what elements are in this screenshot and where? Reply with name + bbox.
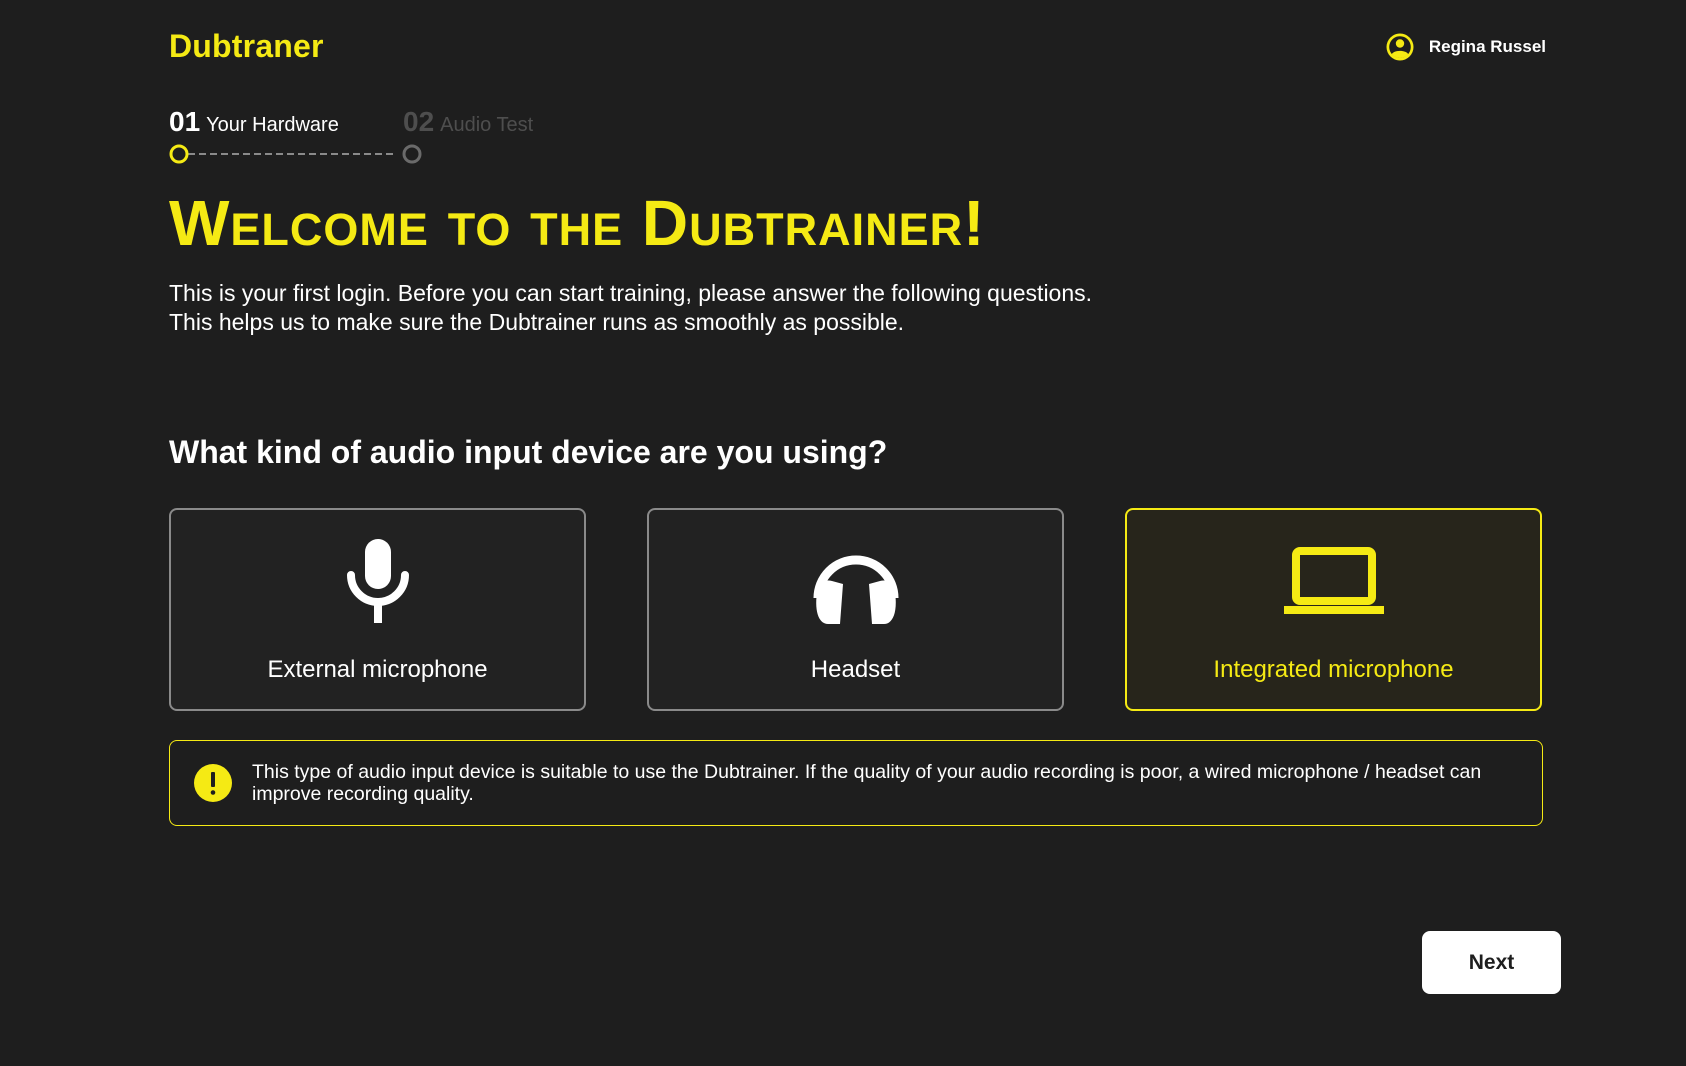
warning-icon — [194, 764, 232, 802]
page-title: Welcome to the Dubtrainer! — [169, 187, 986, 259]
step-label: Your Hardware — [206, 114, 339, 136]
step-number: 02 — [403, 106, 435, 137]
intro-line-2: This helps us to make sure the Dubtraine… — [169, 309, 905, 335]
option-label: External microphone — [267, 656, 488, 683]
onboarding-page: Dubtraner Regina Russel 01 Your Hardware… — [0, 0, 1686, 1066]
brand-logo[interactable]: Dubtraner — [169, 28, 324, 65]
user-circle-icon — [1385, 32, 1415, 62]
intro-text: This is your first login. Before you can… — [169, 279, 1269, 337]
step-label: Audio Test — [440, 114, 534, 136]
question-title: What kind of audio input device are you … — [169, 434, 888, 470]
option-headset[interactable]: Headset — [647, 508, 1064, 711]
step-dot-inactive — [402, 144, 422, 164]
progress-stepper: 01 Your Hardware 02 Audio Test — [169, 106, 549, 166]
option-label: Headset — [810, 656, 901, 683]
option-external-microphone[interactable]: External microphone — [169, 508, 586, 711]
step-number: 01 — [169, 106, 201, 137]
stepper-track — [169, 144, 422, 164]
step-your-hardware: 01 Your Hardware — [169, 106, 339, 138]
step-dot-active — [169, 144, 189, 164]
suitability-notice: This type of audio input device is suita… — [169, 740, 1543, 826]
microphone-icon — [346, 536, 410, 626]
option-label: Integrated microphone — [1213, 656, 1454, 683]
laptop-icon — [1283, 536, 1384, 626]
step-audio-test: 02 Audio Test — [403, 106, 533, 138]
next-button[interactable]: Next — [1422, 931, 1561, 994]
notice-text: This type of audio input device is suita… — [252, 761, 1482, 805]
intro-line-1: This is your first login. Before you can… — [169, 280, 1093, 306]
headphones-icon — [810, 536, 902, 626]
option-integrated-microphone[interactable]: Integrated microphone — [1125, 508, 1542, 711]
user-menu[interactable]: Regina Russel — [1385, 32, 1546, 62]
user-name: Regina Russel — [1428, 37, 1546, 56]
